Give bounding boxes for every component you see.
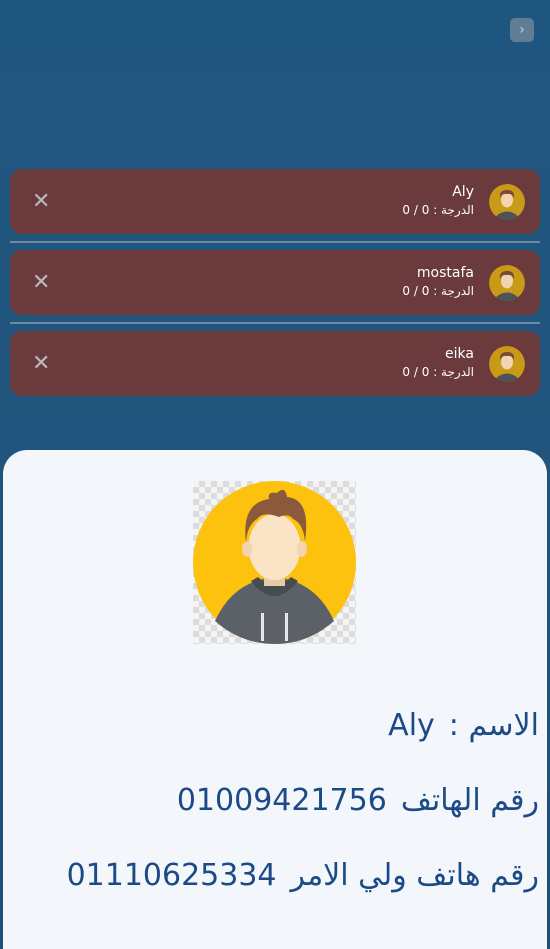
- chevron-right-icon: ›: [519, 22, 525, 38]
- guardian-phone-label: رقم هاتف ولي الامر: [290, 858, 539, 893]
- phone-label: رقم الهاتف: [400, 783, 539, 818]
- avatar: [489, 183, 525, 220]
- student-card[interactable]: ✕ Aly الدرجة : 0 / 0: [10, 169, 540, 234]
- student-name: mostafa: [416, 265, 474, 281]
- name-value: Aly: [388, 708, 435, 743]
- avatar: [489, 345, 525, 382]
- close-icon[interactable]: ✕: [32, 271, 50, 294]
- user-avatar-icon: [193, 481, 356, 644]
- student-screen: › ✕ Aly الدرجة : 0 / 0 ✕ mostafa الدرجة …: [0, 0, 550, 949]
- phone-value[interactable]: 01009421756: [177, 783, 387, 818]
- phone-row: رقم الهاتف 01009421756: [177, 783, 539, 818]
- name-label: الاسم :: [448, 708, 539, 743]
- student-grade: الدرجة : 0 / 0: [402, 203, 474, 217]
- avatar: [489, 264, 525, 301]
- divider: [10, 241, 540, 243]
- student-info: Aly الدرجة : 0 / 0: [402, 183, 474, 219]
- divider: [10, 322, 540, 324]
- student-grade: الدرجة : 0 / 0: [402, 365, 474, 379]
- back-button[interactable]: ›: [510, 18, 534, 42]
- student-grade: الدرجة : 0 / 0: [402, 284, 474, 298]
- profile-avatar: [193, 481, 356, 644]
- student-name: Aly: [452, 184, 474, 200]
- student-card[interactable]: ✕ mostafa الدرجة : 0 / 0: [10, 250, 540, 315]
- close-icon[interactable]: ✕: [32, 190, 50, 213]
- name-row: الاسم : Aly: [388, 708, 539, 743]
- student-info: mostafa الدرجة : 0 / 0: [402, 264, 474, 300]
- guardian-phone-row: رقم هاتف ولي الامر 01110625334: [67, 858, 539, 893]
- guardian-phone-value[interactable]: 01110625334: [67, 858, 277, 893]
- student-detail-sheet: الاسم : Aly رقم الهاتف 01009421756 رقم هات…: [3, 450, 547, 949]
- student-list: ✕ Aly الدرجة : 0 / 0 ✕ mostafa الدرجة : …: [10, 169, 540, 396]
- student-card[interactable]: ✕ eika الدرجة : 0 / 0: [10, 331, 540, 396]
- student-info: eika الدرجة : 0 / 0: [402, 345, 474, 381]
- close-icon[interactable]: ✕: [32, 352, 50, 375]
- student-name: eika: [445, 346, 474, 362]
